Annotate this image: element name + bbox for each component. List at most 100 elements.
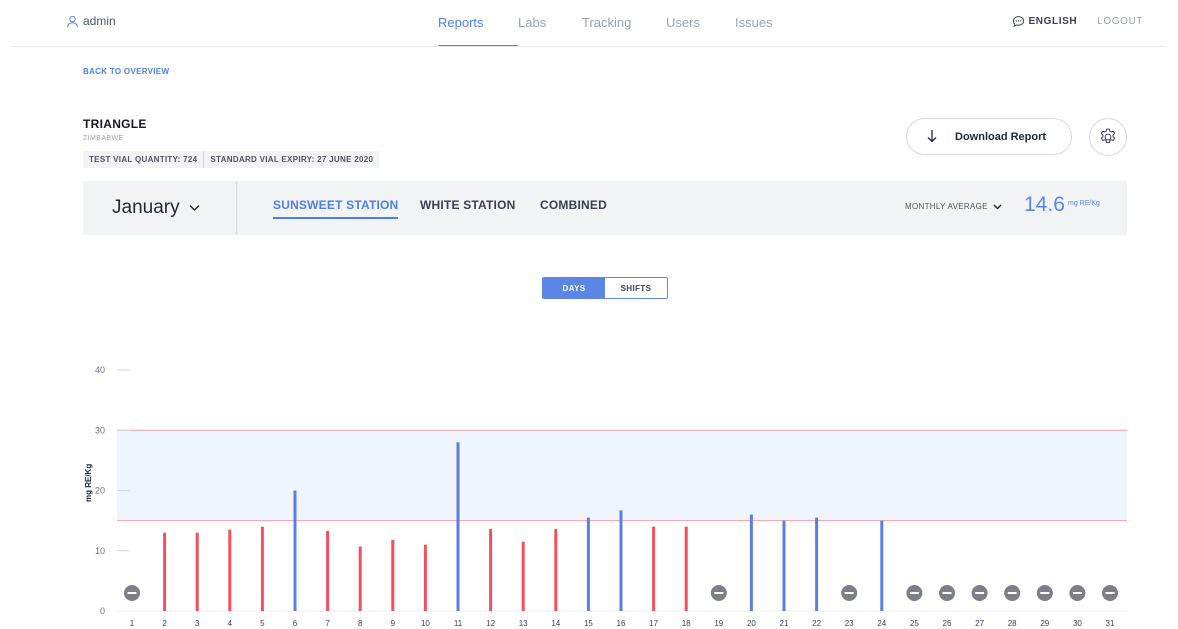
no-data-dash bbox=[1072, 592, 1082, 594]
bar bbox=[749, 514, 753, 611]
toggle-days[interactable]: DAYS bbox=[543, 278, 605, 298]
site-country: ZIMBABWE bbox=[83, 135, 124, 142]
x-tick-label: 28 bbox=[1008, 619, 1017, 628]
standard-vial-expiry: STANDARD VIAL EXPIRY: 27 JUNE 2020 bbox=[210, 155, 374, 164]
toggle-shifts[interactable]: SHIFTS bbox=[605, 278, 667, 298]
x-tick-label: 5 bbox=[260, 619, 265, 628]
back-to-overview-link[interactable]: BACK TO OVERVIEW bbox=[83, 67, 169, 76]
no-data-dash bbox=[844, 592, 854, 594]
no-data-dash bbox=[942, 592, 952, 594]
bar bbox=[326, 530, 330, 611]
no-data-dash bbox=[975, 592, 985, 594]
nav-tab-issues[interactable]: Issues bbox=[735, 15, 785, 47]
user-menu[interactable]: admin bbox=[66, 14, 116, 28]
x-tick-label: 22 bbox=[812, 619, 821, 628]
tab-white-station[interactable]: WHITE STATION bbox=[420, 198, 515, 212]
nav-tab-labs[interactable]: Labs bbox=[518, 15, 582, 47]
user-name: admin bbox=[83, 14, 116, 28]
x-tick-label: 3 bbox=[195, 619, 200, 628]
header-actions: ENGLISH LOGOUT bbox=[1012, 15, 1143, 28]
bar bbox=[358, 546, 362, 611]
bar bbox=[228, 529, 232, 611]
no-data-dash bbox=[1105, 592, 1115, 594]
x-tick-label: 7 bbox=[325, 619, 330, 628]
month-label: January bbox=[112, 197, 180, 218]
download-report-label: Download Report bbox=[955, 130, 1047, 143]
main-nav: Reports Labs Tracking Users Issues bbox=[438, 15, 785, 47]
tab-combined[interactable]: COMBINED bbox=[540, 198, 607, 212]
month-selector[interactable]: January bbox=[112, 197, 200, 219]
no-data-dash bbox=[1007, 592, 1017, 594]
nav-tab-users[interactable]: Users bbox=[666, 15, 735, 47]
x-tick-label: 13 bbox=[519, 619, 528, 628]
chevron-down-icon bbox=[993, 203, 1002, 210]
x-tick-label: 24 bbox=[877, 619, 886, 628]
chat-bubble-icon bbox=[1012, 16, 1024, 28]
x-tick-label: 26 bbox=[943, 619, 952, 628]
x-tick-label: 8 bbox=[358, 619, 363, 628]
x-tick-label: 21 bbox=[780, 619, 789, 628]
bar bbox=[423, 544, 427, 611]
bar bbox=[880, 520, 884, 611]
x-tick-label: 16 bbox=[617, 619, 626, 628]
header-divider bbox=[12, 46, 1166, 47]
settings-button[interactable] bbox=[1089, 118, 1127, 156]
x-tick-label: 12 bbox=[486, 619, 495, 628]
no-data-dash bbox=[909, 592, 919, 594]
x-tick-label: 2 bbox=[162, 619, 167, 628]
x-tick-label: 29 bbox=[1040, 619, 1049, 628]
nav-tab-reports[interactable]: Reports bbox=[438, 15, 518, 47]
x-tick-label: 9 bbox=[391, 619, 396, 628]
target-band bbox=[117, 430, 1127, 521]
y-axis-label: mg RE/Kg bbox=[84, 463, 93, 502]
y-axis-label-wrap: mg RE/Kg bbox=[84, 464, 98, 532]
bar bbox=[260, 526, 264, 611]
test-vial-quantity: TEST VIAL QUANTITY: 724 bbox=[89, 155, 198, 164]
bar bbox=[293, 490, 297, 611]
average-type-label: MONTHLY AVERAGE bbox=[905, 202, 988, 211]
y-tick-label: 0 bbox=[100, 606, 105, 616]
x-tick-label: 30 bbox=[1073, 619, 1082, 628]
bar bbox=[815, 517, 819, 611]
bar bbox=[782, 520, 786, 611]
x-tick-label: 25 bbox=[910, 619, 919, 628]
gear-icon bbox=[1100, 128, 1116, 144]
bar bbox=[554, 529, 558, 611]
language-selector[interactable]: ENGLISH bbox=[1012, 15, 1078, 28]
average-value: 14.6 bbox=[1024, 193, 1065, 216]
download-arrow-icon bbox=[927, 130, 937, 143]
x-tick-label: 23 bbox=[845, 619, 854, 628]
bar bbox=[521, 541, 525, 611]
x-tick-label: 17 bbox=[649, 619, 658, 628]
bar bbox=[684, 526, 688, 611]
daily-chart: 0102030401 2 3 4 5 6 7 8 9 10 11 12 13 14 15 16 17 18 19 20… bbox=[95, 365, 1127, 628]
station-bar-divider bbox=[236, 181, 237, 235]
x-tick-label: 11 bbox=[454, 619, 463, 628]
y-tick-label: 30 bbox=[95, 425, 105, 435]
x-tick-label: 19 bbox=[714, 619, 723, 628]
x-tick-label: 27 bbox=[975, 619, 984, 628]
station-bar: January SUNSWEET STATION WHITE STATION C… bbox=[83, 181, 1127, 235]
logout-link[interactable]: LOGOUT bbox=[1097, 16, 1143, 27]
x-tick-label: 31 bbox=[1106, 619, 1115, 628]
no-data-dash bbox=[127, 592, 137, 594]
x-tick-label: 14 bbox=[551, 619, 560, 628]
x-tick-label: 1 bbox=[130, 619, 135, 628]
chevron-down-icon bbox=[189, 205, 200, 211]
x-tick-label: 15 bbox=[584, 619, 593, 628]
x-tick-label: 10 bbox=[421, 619, 430, 628]
download-report-button[interactable]: Download Report bbox=[906, 118, 1072, 155]
bar bbox=[456, 442, 460, 611]
bar bbox=[489, 529, 493, 611]
tab-sunsweet-station[interactable]: SUNSWEET STATION bbox=[273, 198, 399, 219]
site-name: TRIANGLE bbox=[83, 117, 147, 131]
top-navigation: admin Reports Labs Tracking Users Issues… bbox=[0, 0, 1178, 47]
user-icon bbox=[67, 15, 78, 27]
average-type-selector[interactable]: MONTHLY AVERAGE bbox=[905, 202, 1002, 211]
bar bbox=[652, 526, 656, 611]
bar bbox=[586, 517, 590, 611]
nav-tab-tracking[interactable]: Tracking bbox=[582, 15, 666, 47]
language-label: ENGLISH bbox=[1028, 16, 1078, 27]
x-tick-label: 4 bbox=[228, 619, 233, 628]
site-meta: TEST VIAL QUANTITY: 724 STANDARD VIAL EX… bbox=[83, 151, 380, 168]
